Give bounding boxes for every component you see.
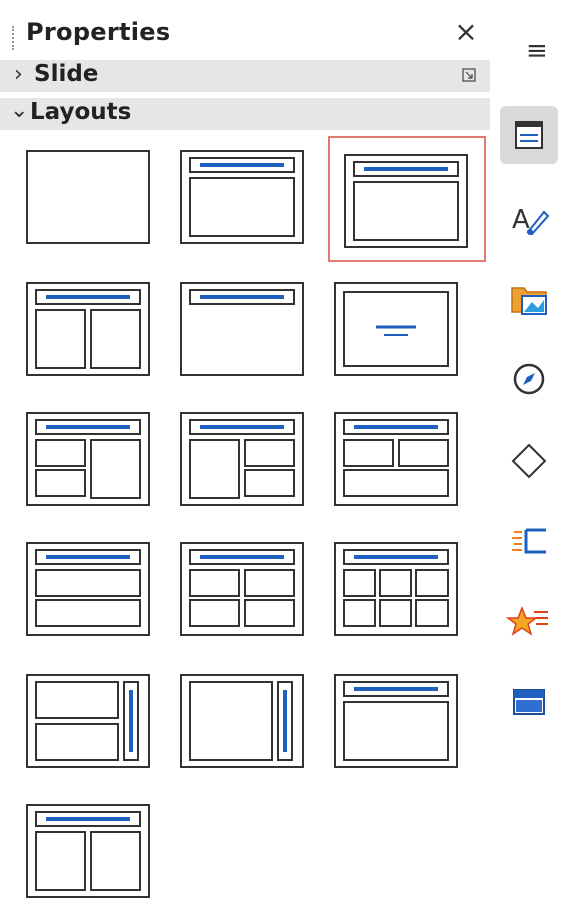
layout-vertical-title-text[interactable] <box>22 660 180 786</box>
layout-title-6-content[interactable] <box>330 528 488 654</box>
layout-title-4-content[interactable] <box>176 528 334 654</box>
layout-title-content-2[interactable] <box>330 398 488 524</box>
panel-grip[interactable] <box>12 26 16 50</box>
layout-thumbnail-icon <box>334 412 458 506</box>
layout-thumbnail-icon <box>334 542 458 636</box>
layout-title-2-content-left[interactable] <box>22 398 180 524</box>
styles-icon: A <box>512 205 550 236</box>
svg-text:A: A <box>512 205 530 235</box>
properties-panel: Properties × › Slide ⌄ Layouts <box>0 0 492 898</box>
layout-title-2-content-alt[interactable] <box>22 790 180 916</box>
section-slide-label: Slide <box>34 61 99 87</box>
layout-thumbnail-icon <box>26 282 150 376</box>
navigator-icon <box>513 363 545 395</box>
master-slides-deck-button[interactable] <box>500 672 558 730</box>
layout-thumbnail-icon <box>180 412 304 506</box>
layout-thumbnail-icon <box>180 282 304 376</box>
layout-title-content-over[interactable] <box>22 528 180 654</box>
layout-title-2-content-right[interactable] <box>176 398 334 524</box>
layout-thumbnail-icon <box>180 150 304 244</box>
layout-thumbnail-icon <box>180 542 304 636</box>
section-layouts-label: Layouts <box>30 99 132 125</box>
layout-title-content[interactable] <box>176 136 334 262</box>
animation-icon <box>512 528 546 554</box>
layout-vertical-text[interactable] <box>176 660 334 786</box>
properties-icon <box>515 121 543 149</box>
layout-title-content[interactable] <box>328 136 486 262</box>
chevron-right-icon: › <box>14 62 23 87</box>
section-slide[interactable]: › Slide <box>0 60 490 92</box>
layout-title-only[interactable] <box>176 268 334 394</box>
layout-thumbnail-icon <box>334 282 458 376</box>
section-layouts[interactable]: ⌄ Layouts <box>0 98 490 130</box>
layout-thumbnail-icon <box>26 412 150 506</box>
layout-blank[interactable] <box>22 136 180 262</box>
master-slides-icon <box>513 689 545 715</box>
gallery-deck-button[interactable] <box>500 268 558 326</box>
layout-title-2-content[interactable] <box>22 268 180 394</box>
layout-thumbnail-icon <box>26 150 150 244</box>
layout-thumbnail-icon <box>26 674 150 768</box>
more-options-icon[interactable] <box>462 68 476 82</box>
chevron-down-icon: ⌄ <box>10 98 29 123</box>
slide-transition-icon <box>505 605 548 636</box>
styles-deck-button[interactable]: A <box>500 188 558 246</box>
layout-thumbnail-icon <box>26 804 150 898</box>
animation-deck-button[interactable] <box>500 512 558 570</box>
shapes-icon <box>511 443 547 479</box>
layout-thumbnail-icon <box>180 674 304 768</box>
layout-title-content-plain[interactable] <box>330 660 488 786</box>
slide-transition-deck-button[interactable] <box>500 592 558 650</box>
layout-thumbnail-icon <box>26 542 150 636</box>
layout-thumbnail-icon <box>334 674 458 768</box>
gallery-icon <box>511 287 547 315</box>
panel-title: Properties <box>26 18 171 46</box>
sidebar-deck: A <box>492 0 566 891</box>
shapes-deck-button[interactable] <box>500 432 558 490</box>
close-button[interactable]: × <box>452 16 480 48</box>
layout-centered-text[interactable] <box>330 268 488 394</box>
layout-thumbnail-icon <box>344 154 468 248</box>
properties-deck-button[interactable] <box>500 106 558 164</box>
navigator-deck-button[interactable] <box>500 350 558 408</box>
